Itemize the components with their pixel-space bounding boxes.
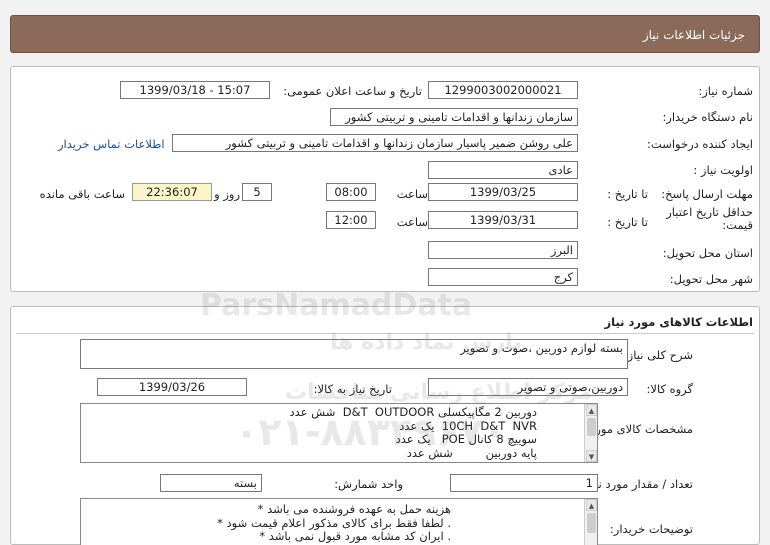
spec-line: پایه دوربین شش عدد	[406, 445, 537, 460]
buyer-org-field[interactable]: سازمان زندانها و اقدامات تامینی و تربیتی…	[330, 108, 578, 126]
quantity-label: تعداد / مقدار مورد نیاز:	[582, 477, 693, 491]
scroll-thumb[interactable]	[587, 513, 596, 533]
scroll-thumb[interactable]	[587, 418, 596, 436]
city-field[interactable]: کرج	[428, 268, 578, 286]
specs-scrollbar[interactable]: ▲ ▼	[584, 404, 597, 462]
buyer-org-label: نام دستگاه خریدار:	[662, 110, 753, 124]
scroll-down-icon[interactable]: ▼	[586, 450, 597, 462]
unit-field[interactable]: بسته	[160, 474, 262, 492]
need-date-field[interactable]: 1399/03/26	[97, 378, 247, 396]
section-divider	[16, 333, 754, 334]
province-label: استان محل تحویل:	[662, 246, 753, 260]
remaining-time-field: 22:36:07	[132, 183, 212, 201]
days-label: روز و	[214, 187, 240, 201]
priority-field[interactable]: عادی	[428, 161, 578, 179]
requester-label: ایجاد کننده درخواست:	[647, 137, 753, 151]
requester-field[interactable]: علی روشن ضمیر پاسیار سازمان زندانها و اق…	[172, 134, 578, 152]
deadline-date-field[interactable]: 1399/03/25	[428, 183, 578, 201]
notes-scrollbar[interactable]: ▲	[584, 499, 597, 545]
buyer-notes-label: توضیحات خریدار:	[609, 522, 693, 536]
need-description-field[interactable]: بسته لوازم دوربین ،صوت و تصویر	[80, 339, 628, 369]
validity-time-label: ساعت	[396, 215, 428, 229]
validity-time-field[interactable]: 12:00	[326, 211, 376, 229]
unit-label: واحد شمارش:	[334, 477, 403, 491]
priority-label: اولویت نیاز :	[693, 163, 753, 177]
page-header: جزئیات اطلاعات نیاز	[10, 15, 760, 53]
need-info-panel	[10, 66, 760, 292]
buyer-contact-link[interactable]: اطلاعات تماس خریدار	[58, 137, 165, 151]
note-line: هزینه حمل به عهده فروشنده می باشد *	[257, 502, 451, 516]
quantity-field[interactable]: 1	[450, 474, 598, 492]
deadline-time-field[interactable]: 08:00	[326, 183, 376, 201]
goods-section-title: اطلاعات کالاهای مورد نیاز	[604, 315, 753, 329]
page-title: جزئیات اطلاعات نیاز	[642, 28, 745, 42]
need-date-label: تاریخ نیاز به کالا:	[313, 382, 392, 396]
announce-date-label: تاریخ و ساعت اعلان عمومی:	[283, 84, 422, 98]
spec-line: دوربین 2 مگاپیکسلی D&T OUTDOOR شش عدد	[289, 405, 537, 419]
city-label: شهر محل تحویل:	[669, 272, 753, 286]
scroll-up-icon[interactable]: ▲	[586, 404, 597, 416]
validity-until-label: تا تاریخ :	[607, 215, 648, 229]
specs-textarea[interactable]: دوربین 2 مگاپیکسلی D&T OUTDOOR شش عدد 10…	[80, 403, 598, 463]
buyer-notes-textarea[interactable]: هزینه حمل به عهده فروشنده می باشد * . لط…	[80, 498, 598, 545]
notes-lines: هزینه حمل به عهده فروشنده می باشد * . لط…	[81, 499, 597, 544]
need-number-field[interactable]: 1299003002000021	[428, 81, 578, 99]
goods-group-label: گروه کالا:	[646, 382, 693, 396]
days-remaining-field[interactable]: 5	[242, 183, 272, 201]
deadline-time-label: ساعت	[396, 187, 428, 201]
note-line: . ایران کد مشابه مورد قبول نمی باشد *	[259, 529, 451, 543]
need-description-label: شرح کلی نیاز:	[623, 348, 693, 362]
spec-line: سوییچ 8 کانال POE یک عدد	[395, 432, 537, 446]
scroll-up-icon[interactable]: ▲	[586, 499, 597, 511]
need-number-label: شماره نیاز:	[698, 84, 753, 98]
validity-date-field[interactable]: 1399/03/31	[428, 211, 578, 229]
deadline-until-label: تا تاریخ :	[607, 187, 648, 201]
price-validity-label: حداقل تاریخ اعتبار قیمت:	[666, 205, 753, 232]
specs-lines: دوربین 2 مگاپیکسلی D&T OUTDOOR شش عدد 10…	[81, 404, 597, 460]
spec-line: 10CH D&T NVR یک عدد	[399, 418, 537, 433]
deadline-label: مهلت ارسال پاسخ:	[661, 187, 753, 201]
province-field[interactable]: البرز	[428, 241, 578, 259]
announce-date-field[interactable]: 1399/03/18 - 15:07	[120, 81, 270, 99]
remaining-label: ساعت باقی مانده	[39, 187, 125, 201]
goods-group-field[interactable]: دوربین،صوتی و تصویر	[428, 378, 628, 396]
note-line: . لطفا فقط برای کالای مذکور اعلام قیمت ش…	[217, 515, 451, 530]
